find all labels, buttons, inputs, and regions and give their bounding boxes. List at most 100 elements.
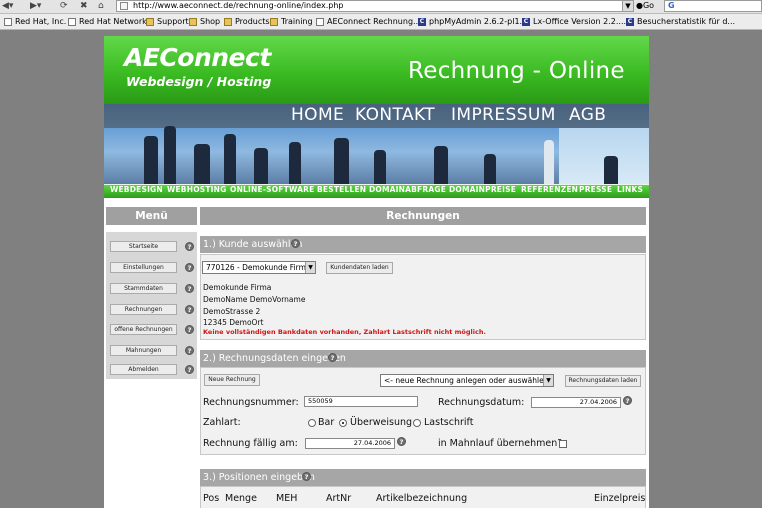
section-invoice-header: 2.) Rechnungsdaten eingeben ? (200, 350, 646, 367)
invoice-number-label: Rechnungsnummer: (203, 397, 299, 408)
help-icon[interactable]: ? (302, 472, 311, 481)
invoice-select[interactable]: <- neue Rechnung anlegen oder auswählen … (380, 374, 554, 387)
payment-bar-radio[interactable] (308, 419, 316, 427)
address-line: DemoName DemoVorname (203, 295, 306, 304)
photo-person (484, 154, 496, 184)
bookmark-item[interactable]: C Lx-Office Version 2.2.... (522, 16, 626, 28)
menu-einstellungen-button[interactable]: Einstellungen (110, 262, 177, 273)
folder-icon (146, 18, 154, 26)
logo-main[interactable]: AEConnect (124, 43, 271, 72)
customer-select[interactable]: 770126 - Demokunde Firma ▼ (202, 261, 316, 274)
help-icon[interactable]: ? (185, 346, 194, 355)
help-icon[interactable]: ? (185, 284, 194, 293)
subnav-webdesign[interactable]: WEBDESIGN (110, 185, 163, 194)
section-positions-title: 3.) Positionen eingeben (203, 472, 315, 483)
payment-lastschrift-radio[interactable] (413, 419, 421, 427)
invoice-date-field[interactable]: 27.04.2006 (531, 397, 621, 408)
dunning-checkbox[interactable] (559, 440, 567, 448)
new-invoice-button[interactable]: Neue Rechnung (204, 374, 260, 386)
address-dropdown-icon[interactable]: ▼ (622, 0, 634, 12)
nav-home[interactable]: HOME (291, 105, 344, 125)
bank-warning: Keine vollständigen Bankdaten vorhanden,… (203, 328, 486, 336)
address-line: Demokunde Firma (203, 283, 272, 292)
bookmark-item[interactable]: AEConnect Rechnung... (316, 16, 421, 28)
help-icon[interactable]: ? (185, 263, 194, 272)
bookmark-item[interactable]: Red Hat, Inc. (4, 16, 66, 28)
menu-title: Menü (106, 207, 197, 225)
folder-icon (270, 18, 278, 26)
load-customer-button[interactable]: Kundendaten laden (326, 262, 393, 274)
menu-stammdaten-button[interactable]: Stammdaten (110, 283, 177, 294)
bookmark-item[interactable]: Red Hat Network (68, 16, 147, 28)
section-customer-title: 1.) Kunde auswählen (203, 239, 303, 250)
column-header: Pos (203, 493, 220, 504)
home-icon[interactable]: ⌂ (98, 0, 104, 12)
subnav-domainpreise[interactable]: DOMAINPREISE (449, 185, 516, 194)
column-header: Menge (225, 493, 257, 504)
subnav-online-software[interactable]: ONLINE-SOFTWARE (230, 185, 314, 194)
payment-ueberweisung-radio[interactable] (339, 419, 347, 427)
folder-icon (189, 18, 197, 26)
subnav-domainabfrage[interactable]: DOMAINABFRAGE (369, 185, 446, 194)
bookmark-item[interactable]: Training (270, 16, 313, 28)
invoice-select-value: <- neue Rechnung anlegen oder auswählen … (384, 376, 554, 385)
photo-person (224, 134, 236, 184)
nav-impressum[interactable]: IMPRESSUM (451, 105, 556, 125)
due-date-label: Rechnung fällig am: (203, 438, 298, 449)
menu-offene-rechnungen-button[interactable]: offene Rechnungen (110, 324, 177, 335)
dunning-label: in Mahnlauf übernehmen? (438, 438, 563, 449)
folder-icon (224, 18, 232, 26)
stop-icon[interactable]: ✖ (80, 0, 88, 12)
bookmark-item[interactable]: Support (146, 16, 189, 28)
menu-startseite-button[interactable]: Startseite (110, 241, 177, 252)
help-icon[interactable]: ? (328, 353, 337, 362)
back-icon[interactable]: ◀▾ (2, 0, 13, 12)
subnav-links[interactable]: LINKS (617, 185, 643, 194)
photo-person (374, 150, 386, 184)
nav-agb[interactable]: AGB (569, 105, 606, 125)
bookmark-item[interactable]: Products (224, 16, 270, 28)
content-title: Rechnungen (200, 207, 646, 225)
photo-person (604, 156, 618, 184)
due-date-field[interactable]: 27.04.2006 (305, 438, 395, 449)
forward-icon[interactable]: ▶▾ (30, 0, 41, 12)
subnav-bestellen[interactable]: BESTELLEN (317, 185, 366, 194)
photo-person (289, 142, 301, 184)
photo-person (254, 148, 268, 184)
search-input[interactable]: G (664, 0, 762, 12)
help-icon[interactable]: ? (185, 242, 194, 251)
photo-person (334, 138, 349, 184)
bookmark-item[interactable]: C Besucherstatistik für d... (626, 16, 735, 28)
column-header: Einzelpreis (594, 493, 646, 504)
help-icon[interactable]: ? (397, 437, 406, 446)
help-icon[interactable]: ? (291, 239, 300, 248)
php-icon: C (626, 18, 634, 26)
help-icon[interactable]: ? (185, 325, 194, 334)
address-line: DemoStrasse 2 (203, 307, 261, 316)
address-line: 12345 DemoOrt (203, 318, 264, 327)
page-icon (316, 18, 324, 26)
go-button[interactable]: ●Go (636, 0, 660, 12)
bookmark-item[interactable]: Shop (189, 16, 220, 28)
subnav-referenzen[interactable]: REFERENZEN (521, 185, 578, 194)
bookmark-item[interactable]: CphpMyAdmin 2.6.2-pl1... (418, 16, 527, 28)
section-invoice-title: 2.) Rechnungsdaten eingeben (203, 353, 346, 364)
chevron-down-icon: ▼ (543, 375, 553, 386)
help-icon[interactable]: ? (185, 365, 194, 374)
subnav-presse[interactable]: PRESSE (579, 185, 612, 194)
reload-icon[interactable]: ⟳ (60, 0, 68, 12)
address-bar[interactable]: http://www.aeconnect.de/rechnung-online/… (116, 0, 634, 12)
help-icon[interactable]: ? (185, 305, 194, 314)
menu-rechnungen-button[interactable]: Rechnungen (110, 304, 177, 315)
column-header: MEH (276, 493, 298, 504)
nav-kontakt[interactable]: KONTAKT (355, 105, 435, 125)
site-title: Rechnung - Online (408, 58, 625, 84)
menu-abmelden-button[interactable]: Abmelden (110, 364, 177, 375)
load-invoice-button[interactable]: Rechnungsdaten laden (565, 375, 641, 387)
subnav-webhosting[interactable]: WEBHOSTING (167, 185, 227, 194)
invoice-number-field[interactable]: 550059 (304, 396, 418, 407)
menu-mahnungen-button[interactable]: Mahnungen (110, 345, 177, 356)
page-icon (120, 2, 128, 10)
photo-person (544, 140, 554, 184)
help-icon[interactable]: ? (623, 396, 632, 405)
